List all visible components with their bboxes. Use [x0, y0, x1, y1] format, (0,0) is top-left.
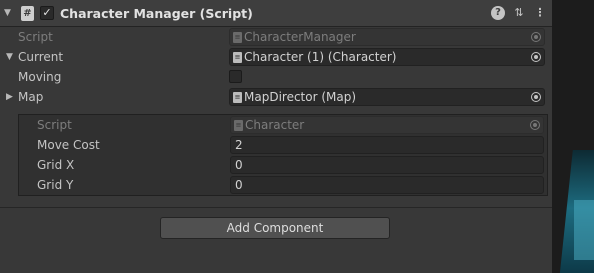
script-asset-icon: ≡ — [234, 120, 243, 131]
grid-x-input[interactable]: 0 — [230, 156, 544, 174]
section-divider — [0, 207, 552, 208]
current-value: Character (1) (Character) — [244, 50, 397, 64]
current-label: Current — [18, 50, 64, 64]
scene-glow-highlight — [574, 200, 594, 260]
inspector-panel: ▼ # ✓ Character Manager (Script) ? ⇅ ⋮ S… — [0, 0, 552, 273]
more-options-icon[interactable]: ⋮ — [533, 6, 547, 20]
grid-y-label: Grid Y — [37, 178, 74, 192]
map-object-icon: ≡ — [233, 92, 242, 103]
current-field[interactable]: ≡ Character (1) (Character) — [229, 48, 545, 66]
fold-arrow-icon[interactable]: ▼ — [4, 7, 14, 19]
map-row: ▶ Map ≡ MapDirector (Map) — [0, 87, 552, 107]
script-label: Script — [18, 30, 53, 44]
add-component-button[interactable]: Add Component — [160, 217, 390, 239]
grid-x-row: Grid X 0 — [19, 155, 547, 175]
moving-label: Moving — [18, 70, 62, 84]
move-cost-value: 2 — [235, 138, 243, 152]
expand-arrow-icon[interactable]: ▼ — [6, 51, 16, 63]
current-row: ▼ Current ≡ Character (1) (Character) — [0, 47, 552, 67]
map-field[interactable]: ≡ MapDirector (Map) — [229, 88, 545, 106]
grid-y-row: Grid Y 0 — [19, 175, 547, 195]
script-asset-icon: ≡ — [233, 32, 242, 43]
map-value: MapDirector (Map) — [244, 90, 357, 104]
nested-character-inspector: Script ≡ Character Move Cost 2 Grid X 0 … — [18, 114, 548, 196]
move-cost-row: Move Cost 2 — [19, 135, 547, 155]
script-icon: # — [21, 6, 34, 21]
script-field: ≡ CharacterManager — [229, 28, 545, 46]
grid-y-input[interactable]: 0 — [230, 176, 544, 194]
nested-script-value: Character — [245, 118, 305, 132]
map-label: Map — [18, 90, 44, 104]
script-row: Script ≡ CharacterManager — [0, 27, 552, 47]
component-header[interactable]: ▼ # ✓ Character Manager (Script) ? ⇅ ⋮ — [0, 0, 552, 27]
character-object-icon: ≡ — [233, 52, 242, 63]
object-picker-icon[interactable] — [531, 52, 541, 62]
expand-arrow-icon[interactable]: ▶ — [6, 91, 16, 103]
object-picker-icon[interactable] — [531, 92, 541, 102]
nested-script-field: ≡ Character — [230, 116, 544, 134]
move-cost-label: Move Cost — [37, 138, 100, 152]
object-picker-icon — [530, 120, 540, 130]
grid-x-label: Grid X — [37, 158, 75, 172]
presets-icon[interactable]: ⇅ — [512, 6, 526, 20]
grid-y-value: 0 — [235, 178, 243, 192]
script-value: CharacterManager — [244, 30, 356, 44]
component-title[interactable]: Character Manager (Script) — [60, 6, 253, 21]
grid-x-value: 0 — [235, 158, 243, 172]
nested-script-row: Script ≡ Character — [19, 115, 547, 135]
object-picker-icon — [531, 32, 541, 42]
move-cost-input[interactable]: 2 — [230, 136, 544, 154]
moving-row: Moving — [0, 67, 552, 87]
moving-checkbox[interactable] — [229, 70, 242, 83]
scene-view-edge — [552, 0, 594, 273]
nested-script-label: Script — [37, 118, 72, 132]
help-icon[interactable]: ? — [491, 6, 505, 20]
enabled-checkbox[interactable]: ✓ — [40, 6, 54, 20]
